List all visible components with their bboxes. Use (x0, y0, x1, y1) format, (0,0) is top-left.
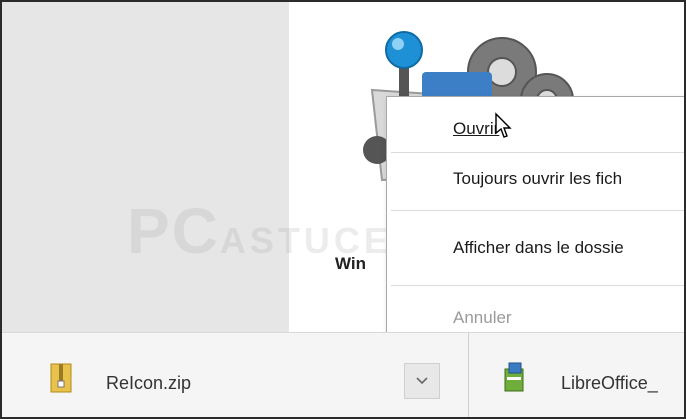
menu-item-open[interactable]: Ouvrir (387, 113, 684, 145)
page-left-area (2, 2, 289, 332)
menu-separator (391, 285, 684, 286)
menu-item-always-open[interactable]: Toujours ouvrir les fich (387, 163, 684, 195)
download-item[interactable]: LibreOffice_ (468, 333, 684, 417)
download-item[interactable]: ReIcon.zip (2, 333, 467, 417)
download-file-name: ReIcon.zip (106, 373, 192, 393)
menu-item-cancel: Annuler (387, 302, 684, 334)
menu-separator (391, 152, 684, 153)
browser-window: PCASTUCES Win Ouvrir Toujours ouvrir les… (0, 0, 686, 419)
zip-archive-icon (50, 363, 72, 393)
download-file-name: LibreOffice_ (561, 373, 658, 393)
menu-item-show-in-folder[interactable]: Afficher dans le dossie (387, 232, 684, 264)
menu-separator (391, 210, 684, 211)
chevron-down-icon (416, 377, 428, 385)
watermark-primary: PC (127, 195, 220, 267)
menu-item-show-in-folder-label: Afficher dans le dossie (453, 238, 624, 257)
menu-item-cancel-label: Annuler (453, 308, 512, 327)
menu-item-always-open-label: Toujours ouvrir les fich (453, 169, 623, 188)
installer-icon (504, 362, 524, 392)
download-menu-button[interactable] (404, 363, 440, 399)
mouse-pointer-icon (495, 112, 512, 138)
download-context-menu: Ouvrir Toujours ouvrir les fich Afficher… (386, 96, 684, 348)
app-name-text: Win (335, 254, 367, 273)
download-bar: ReIcon.zip LibreOffice_ (2, 332, 684, 417)
